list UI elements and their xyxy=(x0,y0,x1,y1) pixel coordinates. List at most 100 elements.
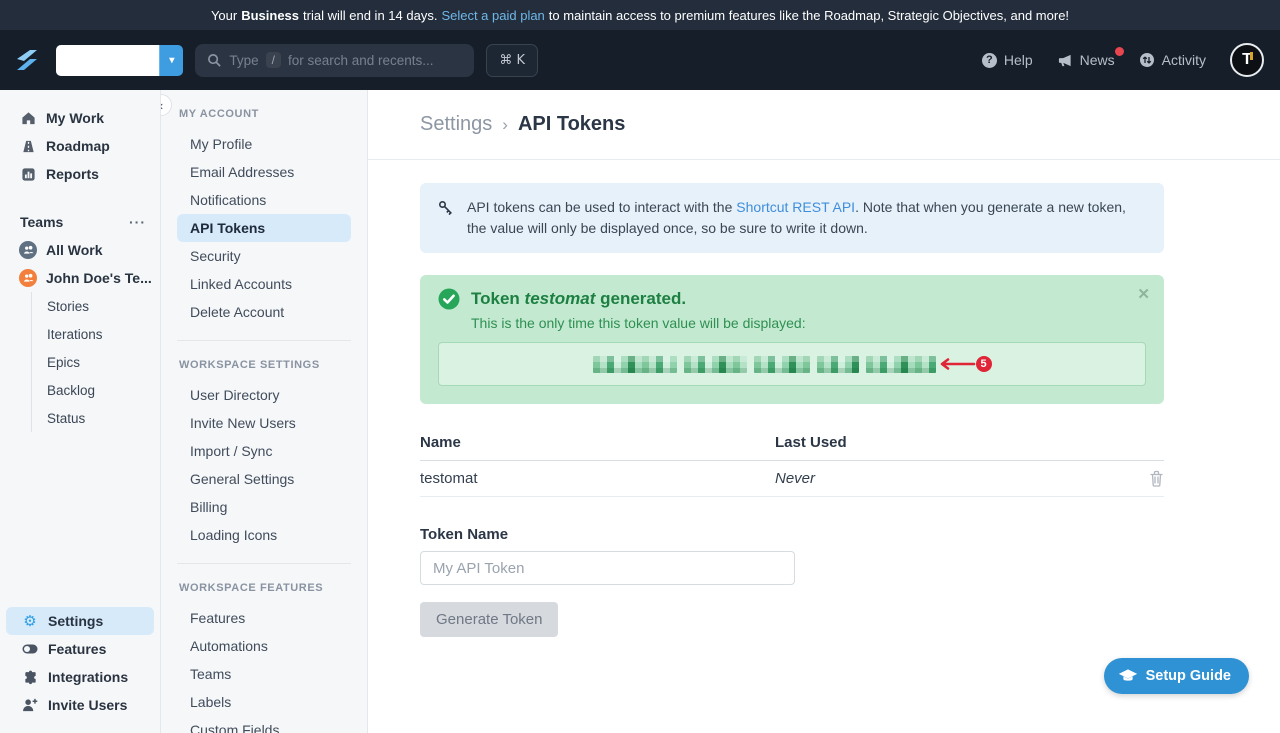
sidebar-item-stories[interactable]: Stories xyxy=(32,292,160,320)
top-navbar: Create Story ▾ Type / for search and rec… xyxy=(0,30,1280,90)
breadcrumb-settings-link[interactable]: Settings xyxy=(420,113,492,136)
help-button[interactable]: ? Help xyxy=(982,52,1033,68)
puzzle-icon xyxy=(22,670,38,685)
settings-nav-item-general-settings[interactable]: General Settings xyxy=(177,465,351,493)
sidebar-item-label: Roadmap xyxy=(46,138,110,154)
settings-nav-item-my-profile[interactable]: My Profile xyxy=(177,130,351,158)
settings-nav-item-labels[interactable]: Labels xyxy=(177,688,351,716)
invite-user-icon xyxy=(22,698,38,712)
alert-title-suffix: generated. xyxy=(595,289,686,308)
sidebar-item-features[interactable]: Features xyxy=(6,635,154,663)
new-token-form: Token Name Generate Token xyxy=(420,526,1164,637)
news-notification-dot xyxy=(1115,47,1124,56)
generate-token-button[interactable]: Generate Token xyxy=(420,602,558,637)
user-avatar[interactable]: T xyxy=(1230,43,1264,77)
settings-nav-item-teams[interactable]: Teams xyxy=(177,660,351,688)
sidebar-item-reports[interactable]: Reports xyxy=(0,160,160,188)
close-icon[interactable]: ✕ xyxy=(1137,285,1150,303)
token-name-input[interactable] xyxy=(420,551,795,585)
bar-chart-icon xyxy=(20,167,36,182)
sidebar-item-backlog[interactable]: Backlog xyxy=(32,376,160,404)
sidebar-item-all-work[interactable]: All Work xyxy=(0,236,160,264)
settings-nav-item-billing[interactable]: Billing xyxy=(177,493,351,521)
settings-nav-item-linked-accounts[interactable]: Linked Accounts xyxy=(177,270,351,298)
shortcut-rest-api-link[interactable]: Shortcut REST API xyxy=(736,199,855,215)
search-type-label: Type xyxy=(229,53,258,68)
sidebar-item-settings[interactable]: ⚙ Settings xyxy=(6,607,154,635)
chevron-left-icon: ‹ xyxy=(160,98,163,113)
settings-nav-item-notifications[interactable]: Notifications xyxy=(177,186,351,214)
redacted-token-segment xyxy=(593,356,677,373)
team-subnav: Stories Iterations Epics Backlog Status xyxy=(31,292,160,432)
search-placeholder: for search and recents... xyxy=(288,53,434,68)
settings-nav-item-invite-new-users[interactable]: Invite New Users xyxy=(177,409,351,437)
sidebar-item-integrations[interactable]: Integrations xyxy=(6,663,154,691)
settings-nav-item-email-addresses[interactable]: Email Addresses xyxy=(177,158,351,186)
sidebar-item-my-work[interactable]: My Work xyxy=(0,104,160,132)
road-icon xyxy=(20,139,36,154)
navbar-right-group: ? Help News Activity T xyxy=(982,43,1264,77)
settings-nav-item-security[interactable]: Security xyxy=(177,242,351,270)
slash-key-hint: / xyxy=(266,52,281,68)
sub-item-label: Stories xyxy=(47,299,89,314)
settings-nav-item-automations[interactable]: Automations xyxy=(177,632,351,660)
news-button[interactable]: News xyxy=(1057,52,1115,68)
column-header-last-used: Last Used xyxy=(775,434,1136,451)
left-arrow-icon xyxy=(938,357,976,371)
delete-token-button[interactable] xyxy=(1136,470,1164,487)
chevron-right-icon: › xyxy=(502,115,508,135)
banner-text-middle: trial will end in 14 days. xyxy=(303,8,437,23)
settings-section-title: WORKSPACE FEATURES xyxy=(161,578,367,598)
token-name-label: Token Name xyxy=(420,526,1164,543)
settings-nav-item-delete-account[interactable]: Delete Account xyxy=(177,298,351,326)
sidebar-bottom-group: ⚙ Settings Features Integrations Invite … xyxy=(0,607,160,719)
banner-text-suffix: to maintain access to premium features l… xyxy=(549,8,1069,23)
settings-nav-item-features[interactable]: Features xyxy=(177,604,351,632)
info-text: API tokens can be used to interact with … xyxy=(467,197,1146,239)
settings-nav-item-import-sync[interactable]: Import / Sync xyxy=(177,437,351,465)
settings-nav-item-user-directory[interactable]: User Directory xyxy=(177,381,351,409)
redacted-token-segment xyxy=(817,356,859,373)
select-paid-plan-link[interactable]: Select a paid plan xyxy=(441,8,544,23)
sidebar-item-epics[interactable]: Epics xyxy=(32,348,160,376)
settings-nav-item-custom-fields[interactable]: Custom Fields xyxy=(177,716,351,733)
sub-item-label: Epics xyxy=(47,355,80,370)
create-story-label[interactable]: Create Story xyxy=(56,45,159,76)
settings-nav-item-api-tokens[interactable]: API Tokens xyxy=(177,214,351,242)
sub-item-label: Status xyxy=(47,411,85,426)
api-tokens-info-box: API tokens can be used to interact with … xyxy=(420,183,1164,253)
graduation-cap-icon xyxy=(1118,668,1138,684)
sidebar-item-team-john-doe[interactable]: John Doe's Te... xyxy=(0,264,160,292)
main-content: Settings › API Tokens API tokens can be … xyxy=(368,90,1280,733)
activity-icon xyxy=(1139,52,1155,68)
settings-nav-item-loading-icons[interactable]: Loading Icons xyxy=(177,521,351,549)
primary-sidebar: My Work Roadmap Reports Teams ··· All Wo… xyxy=(0,90,160,733)
shortcut-logo-icon[interactable] xyxy=(10,43,44,77)
sub-item-label: Iterations xyxy=(47,327,103,342)
alert-subtitle: This is the only time this token value w… xyxy=(471,315,1146,331)
setup-guide-button[interactable]: Setup Guide xyxy=(1104,658,1249,694)
teams-menu-icon[interactable]: ··· xyxy=(129,214,146,230)
sidebar-item-invite-users[interactable]: Invite Users xyxy=(6,691,154,719)
banner-text-prefix: Your xyxy=(211,8,237,23)
toggle-icon xyxy=(22,644,38,654)
megaphone-icon xyxy=(1057,53,1073,68)
all-work-avatar xyxy=(19,241,37,259)
search-input[interactable]: Type / for search and recents... xyxy=(195,44,474,77)
page-header: Settings › API Tokens xyxy=(368,90,1280,160)
create-story-button[interactable]: Create Story ▾ xyxy=(56,45,183,76)
create-story-caret-icon[interactable]: ▾ xyxy=(159,45,183,76)
sidebar-item-roadmap[interactable]: Roadmap xyxy=(0,132,160,160)
key-icon xyxy=(438,200,454,239)
token-name-cell: testomat xyxy=(420,470,775,487)
search-icon xyxy=(207,53,222,68)
sidebar-item-status[interactable]: Status xyxy=(32,404,160,432)
sub-item-label: Backlog xyxy=(47,383,95,398)
teams-header-label: Teams xyxy=(20,214,63,230)
sidebar-item-iterations[interactable]: Iterations xyxy=(32,320,160,348)
info-text-before: API tokens can be used to interact with … xyxy=(467,199,736,215)
sidebar-item-label: Features xyxy=(48,641,106,657)
page-title: API Tokens xyxy=(518,113,625,136)
activity-button[interactable]: Activity xyxy=(1139,52,1206,68)
activity-label: Activity xyxy=(1162,52,1206,68)
